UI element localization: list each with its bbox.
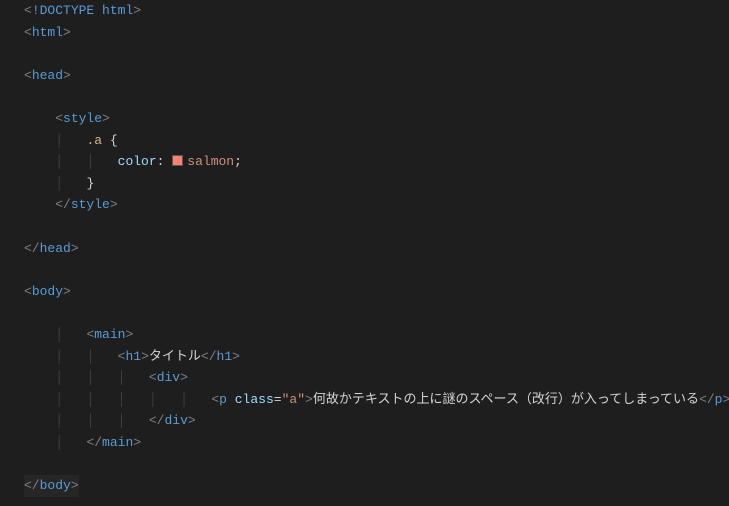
code-line: │ │ color: salmon; [24,151,705,173]
code-line: </head> [24,238,705,260]
code-line: │ │ │ </div> [24,410,705,432]
code-line: <head> [24,65,705,87]
code-line: │ } [24,173,705,195]
code-editor[interactable]: <!DOCTYPE html> <html> <head> <style> │ … [0,0,729,497]
code-line: │ │ <h1>タイトル</h1> [24,346,705,368]
code-line: </style> [24,194,705,216]
code-line: │ │ │ │ │ <p class="a">何故かテキストの上に謎のスペース（… [24,389,705,411]
code-line: <style> [24,108,705,130]
code-line: │ </main> [24,432,705,454]
code-line: <body> [24,281,705,303]
code-line-active: </body> [24,475,705,497]
code-line: │ .a { [24,130,705,152]
code-line [24,216,705,238]
code-line [24,43,705,65]
code-line [24,259,705,281]
code-line [24,453,705,475]
code-line: <!DOCTYPE html> [24,0,705,22]
code-line [24,302,705,324]
code-line [24,86,705,108]
code-line: │ │ │ <div> [24,367,705,389]
code-line: <html> [24,22,705,44]
code-line: │ <main> [24,324,705,346]
color-swatch-icon [172,155,183,166]
